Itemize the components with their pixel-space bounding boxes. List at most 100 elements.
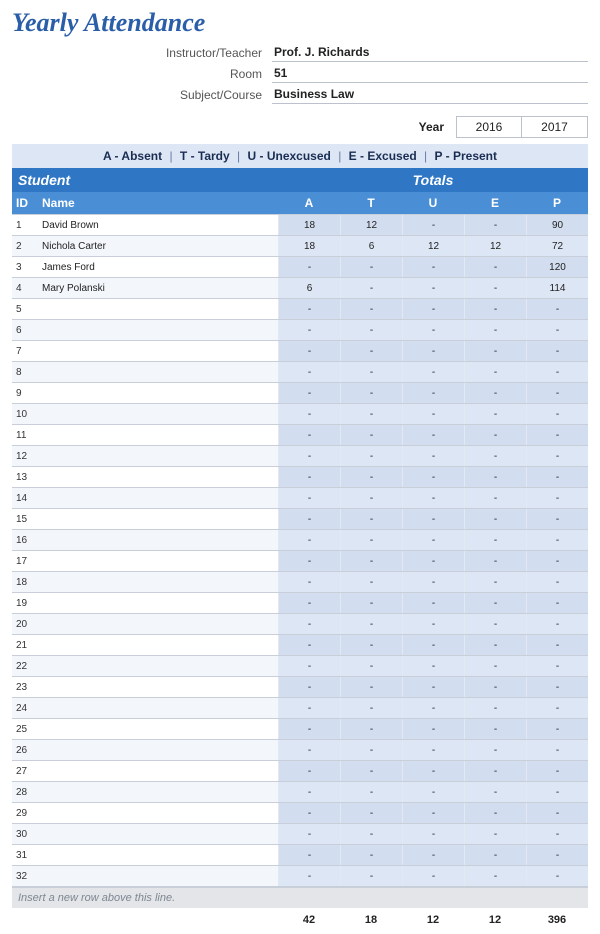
table-row[interactable]: 30----- <box>12 823 588 844</box>
cell-p: - <box>526 530 588 550</box>
cell-a: - <box>278 761 340 781</box>
subject-value[interactable]: Business Law <box>272 86 588 104</box>
cell-p: - <box>526 362 588 382</box>
cell-a: 18 <box>278 236 340 256</box>
table-row[interactable]: 27----- <box>12 760 588 781</box>
cell-p: - <box>526 782 588 802</box>
cell-e: - <box>464 383 526 403</box>
cell-p: 114 <box>526 278 588 298</box>
table-row[interactable]: 31----- <box>12 844 588 865</box>
cell-e: - <box>464 614 526 634</box>
cell-e: - <box>464 530 526 550</box>
cell-p: - <box>526 320 588 340</box>
cell-t: - <box>340 635 402 655</box>
cell-name[interactable]: James Ford <box>38 262 278 273</box>
cell-e: - <box>464 782 526 802</box>
cell-e: - <box>464 299 526 319</box>
cell-u: - <box>402 845 464 865</box>
table-row[interactable]: 3James Ford----120 <box>12 256 588 277</box>
cell-id: 5 <box>12 304 38 315</box>
cell-name[interactable]: Mary Polanski <box>38 283 278 294</box>
cell-u: - <box>402 656 464 676</box>
cell-id: 26 <box>12 745 38 756</box>
table-row[interactable]: 15----- <box>12 508 588 529</box>
table-row[interactable]: 13----- <box>12 466 588 487</box>
cell-a: - <box>278 740 340 760</box>
table-row[interactable]: 10----- <box>12 403 588 424</box>
table-row[interactable]: 25----- <box>12 718 588 739</box>
cell-a: - <box>278 425 340 445</box>
table-row[interactable]: 20----- <box>12 613 588 634</box>
table-row[interactable]: 6----- <box>12 319 588 340</box>
table-row[interactable]: 28----- <box>12 781 588 802</box>
cell-p: - <box>526 719 588 739</box>
table-row[interactable]: 14----- <box>12 487 588 508</box>
total-p: 396 <box>526 914 588 926</box>
cell-a: - <box>278 320 340 340</box>
table-row[interactable]: 29----- <box>12 802 588 823</box>
total-a: 42 <box>278 914 340 926</box>
legend-sep: | <box>165 149 176 163</box>
cell-u: - <box>402 341 464 361</box>
cell-a: - <box>278 719 340 739</box>
table-row[interactable]: 23----- <box>12 676 588 697</box>
room-value[interactable]: 51 <box>272 65 588 83</box>
table-row[interactable]: 18----- <box>12 571 588 592</box>
legend-item-t: T - Tardy <box>180 149 230 163</box>
cell-t: - <box>340 257 402 277</box>
cell-p: - <box>526 824 588 844</box>
cell-p: - <box>526 656 588 676</box>
cell-t: - <box>340 614 402 634</box>
cell-t: - <box>340 551 402 571</box>
table-row[interactable]: 19----- <box>12 592 588 613</box>
grand-totals-row: 42 18 12 12 396 <box>12 908 588 926</box>
instructor-value[interactable]: Prof. J. Richards <box>272 44 588 62</box>
table-row[interactable]: 4Mary Polanski6---114 <box>12 277 588 298</box>
table-body: 1David Brown1812--902Nichola Carter18612… <box>12 214 588 887</box>
year-option-1[interactable]: 2017 <box>522 116 588 138</box>
column-header: ID Name A T U E P <box>12 192 588 214</box>
table-row[interactable]: 32----- <box>12 865 588 886</box>
table-row[interactable]: 1David Brown1812--90 <box>12 214 588 235</box>
table-row[interactable]: 2Nichola Carter186121272 <box>12 235 588 256</box>
cell-id: 7 <box>12 346 38 357</box>
year-option-0[interactable]: 2016 <box>456 116 522 138</box>
cell-u: - <box>402 488 464 508</box>
cell-p: 90 <box>526 215 588 235</box>
cell-e: - <box>464 740 526 760</box>
cell-name[interactable]: David Brown <box>38 220 278 231</box>
legend-sep: | <box>334 149 345 163</box>
table-row[interactable]: 16----- <box>12 529 588 550</box>
cell-name[interactable]: Nichola Carter <box>38 241 278 252</box>
cell-u: - <box>402 299 464 319</box>
table-row[interactable]: 8----- <box>12 361 588 382</box>
table-row[interactable]: 12----- <box>12 445 588 466</box>
legend: A - Absent | T - Tardy | U - Unexcused |… <box>12 144 588 168</box>
cell-a: - <box>278 383 340 403</box>
cell-p: - <box>526 803 588 823</box>
table-row[interactable]: 24----- <box>12 697 588 718</box>
cell-t: - <box>340 824 402 844</box>
cell-e: - <box>464 824 526 844</box>
cell-id: 10 <box>12 409 38 420</box>
subject-label: Subject/Course <box>12 88 272 102</box>
cell-t: - <box>340 446 402 466</box>
cell-a: - <box>278 404 340 424</box>
table-row[interactable]: 11----- <box>12 424 588 445</box>
col-t: T <box>340 192 402 214</box>
table-row[interactable]: 21----- <box>12 634 588 655</box>
cell-e: - <box>464 656 526 676</box>
table-row[interactable]: 7----- <box>12 340 588 361</box>
cell-p: - <box>526 446 588 466</box>
cell-e: - <box>464 866 526 886</box>
table-row[interactable]: 17----- <box>12 550 588 571</box>
table-row[interactable]: 5----- <box>12 298 588 319</box>
cell-u: - <box>402 530 464 550</box>
cell-t: - <box>340 383 402 403</box>
table-row[interactable]: 22----- <box>12 655 588 676</box>
table-row[interactable]: 9----- <box>12 382 588 403</box>
year-label: Year <box>419 120 444 134</box>
meta-row-room: Room 51 <box>12 65 588 83</box>
table-row[interactable]: 26----- <box>12 739 588 760</box>
cell-t: - <box>340 677 402 697</box>
